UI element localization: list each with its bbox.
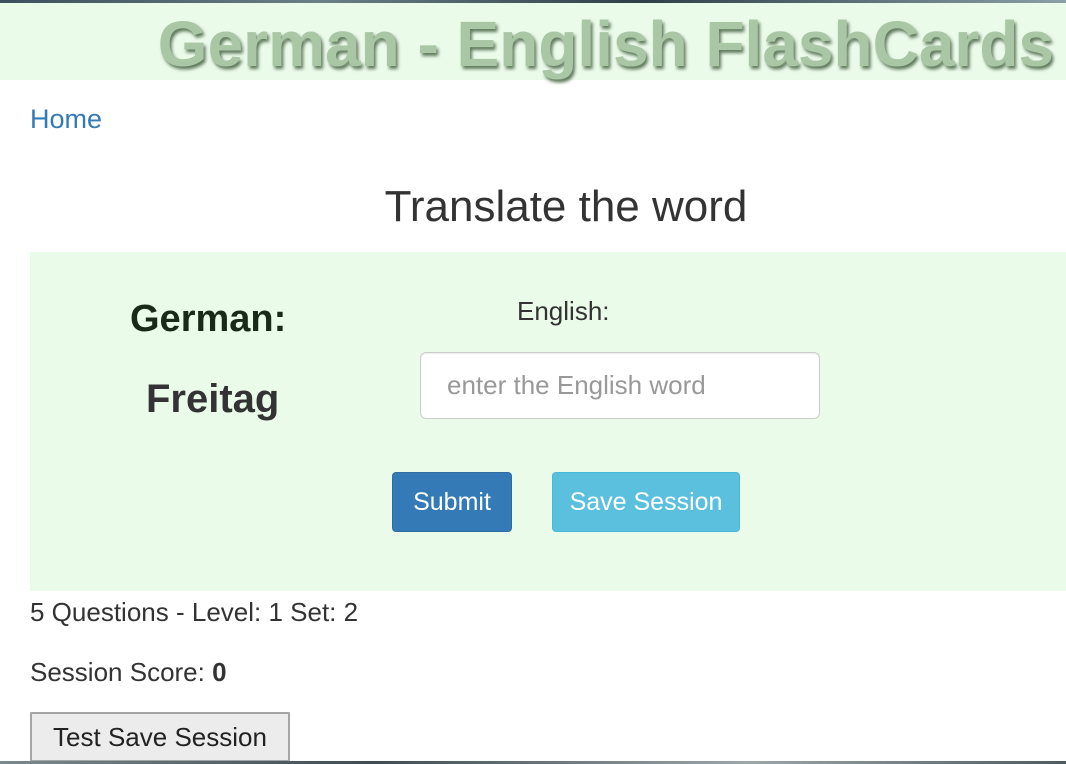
save-session-button[interactable]: Save Session xyxy=(552,472,740,532)
test-save-session-button[interactable]: Test Save Session xyxy=(30,712,290,762)
home-link[interactable]: Home xyxy=(30,104,102,135)
german-label: German: xyxy=(130,298,287,340)
submit-button[interactable]: Submit xyxy=(392,472,512,532)
session-info: 5 Questions - Level: 1 Set: 2 xyxy=(30,597,359,627)
session-score-value: 0 xyxy=(212,657,227,687)
session-score-label: Session Score: xyxy=(30,657,205,687)
english-label: English: xyxy=(517,296,610,326)
german-word: Freitag xyxy=(146,377,280,421)
session-score: Session Score: 0 xyxy=(30,657,227,688)
english-word-input[interactable] xyxy=(420,352,820,419)
site-banner: German - English FlashCards xyxy=(0,3,1066,80)
site-title: German - English FlashCards xyxy=(157,8,1054,80)
page-title: Translate the word xyxy=(384,182,748,231)
